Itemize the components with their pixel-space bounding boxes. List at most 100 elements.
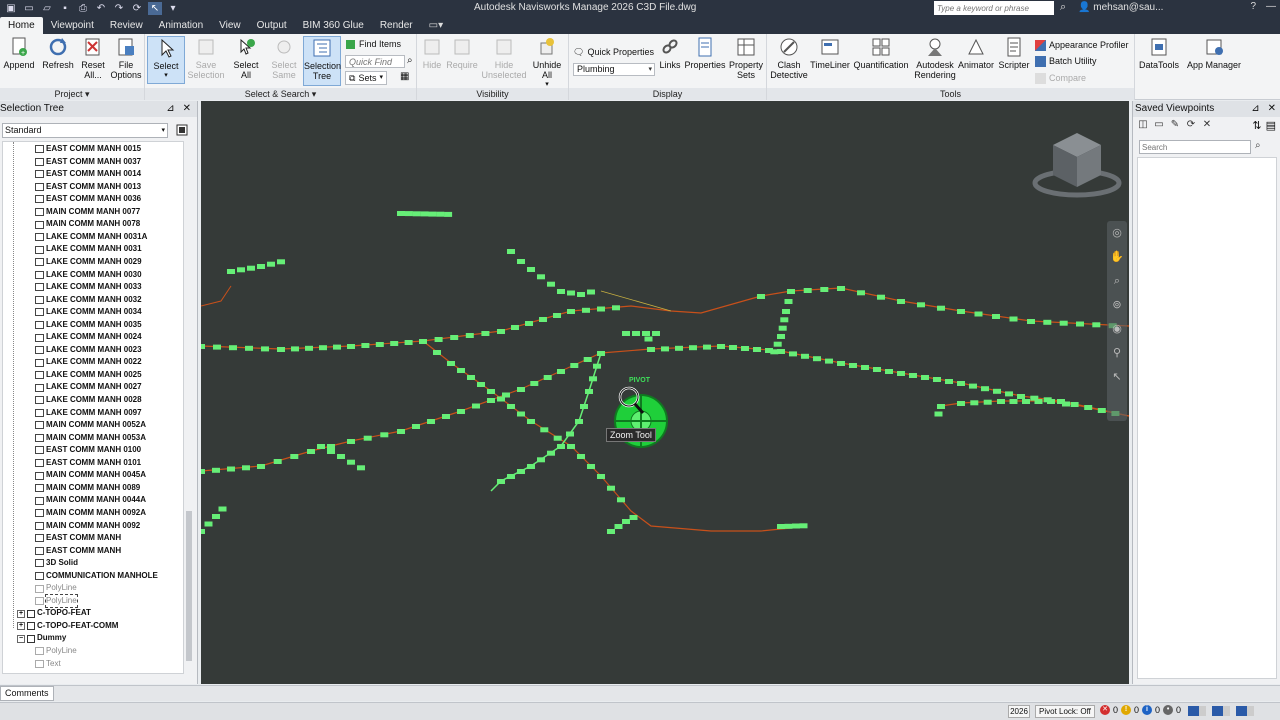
tree-item[interactable]: + C-TOPO-FEAT-COMM — [17, 620, 118, 633]
select-dropdown-icon[interactable]: ▾ — [148, 71, 184, 81]
qat-dropdown-icon[interactable]: ▾ — [166, 2, 180, 15]
tree-item[interactable]: Text — [35, 658, 61, 671]
appearance-profiler-button[interactable]: Appearance Profiler — [1035, 39, 1129, 51]
select-icon[interactable]: ↖ — [1107, 365, 1127, 389]
tab-comments[interactable]: Comments — [0, 686, 54, 701]
undo-icon[interactable]: ↶ — [94, 2, 108, 15]
tree-item[interactable]: LAKE COMM MANH 0029 — [35, 256, 142, 269]
tree-item[interactable]: LAKE COMM MANH 0034 — [35, 306, 142, 319]
steering-wheel-icon[interactable]: ◎ — [1107, 221, 1127, 245]
tree-item[interactable]: EAST COMM MANH 0013 — [35, 181, 141, 194]
search-icon[interactable]: ⌕ — [1255, 140, 1261, 151]
save-viewpoint-icon[interactable]: ◫ — [1137, 119, 1149, 131]
help-icon[interactable]: ? — [1250, 1, 1256, 12]
tree-item[interactable]: LAKE COMM MANH 0031A — [35, 231, 147, 244]
zoom-window-icon[interactable]: ⌕ — [1107, 269, 1127, 293]
batch-utility-button[interactable]: Batch Utility — [1035, 55, 1097, 67]
save-icon[interactable]: ▪ — [58, 2, 72, 15]
tree-item[interactable]: MAIN COMM MANH 0044A — [35, 494, 146, 507]
tree-item[interactable]: EAST COMM MANH 0036 — [35, 193, 141, 206]
tree-item[interactable]: EAST COMM MANH — [35, 545, 121, 558]
tree-item[interactable]: EAST COMM MANH — [35, 532, 121, 545]
tree-item[interactable]: MAIN COMM MANH 0092A — [35, 507, 146, 520]
collapse-icon[interactable]: − — [17, 634, 25, 643]
pivot-lock-toggle[interactable]: Pivot Lock: Off — [1035, 705, 1095, 718]
open-file-icon[interactable]: ▱ — [40, 2, 54, 15]
manage-sets-icon[interactable]: ▦ — [400, 71, 409, 82]
links-button[interactable]: Links — [657, 36, 683, 70]
tree-item[interactable]: LAKE COMM MANH 0025 — [35, 369, 142, 382]
walk-icon[interactable]: ⚲ — [1107, 341, 1127, 365]
update-icon[interactable]: ⟳ — [1185, 119, 1197, 131]
tree-item[interactable]: + C-TOPO-FEAT — [17, 607, 91, 620]
expand-icon[interactable]: + — [17, 622, 25, 631]
append-button[interactable]: + Append — [2, 36, 36, 70]
tab-bim360[interactable]: BIM 360 Glue — [295, 17, 372, 34]
tree-item[interactable]: COMMUNICATION MANHOLE — [35, 570, 158, 583]
close-icon[interactable]: ✕ — [183, 101, 191, 117]
viewcube[interactable] — [1031, 129, 1123, 201]
panel-label-select-search[interactable]: Select & Search ▾ — [145, 88, 416, 100]
tab-render[interactable]: Render — [372, 17, 421, 34]
tab-home[interactable]: Home — [0, 17, 43, 34]
search-icon[interactable]: ⌕ — [1060, 1, 1066, 14]
quantification-button[interactable]: Quantification — [851, 36, 911, 70]
new-file-icon[interactable]: ▭ — [22, 2, 36, 15]
delete-icon[interactable]: ✕ — [1201, 119, 1213, 131]
tree-item[interactable]: MAIN COMM MANH 0053A — [35, 432, 146, 445]
reset-all-button[interactable]: Reset All... — [78, 36, 108, 80]
redo-icon[interactable]: ↷ — [112, 2, 126, 15]
tree-item[interactable]: MAIN COMM MANH 0089 — [35, 482, 140, 495]
tree-item[interactable]: LAKE COMM MANH 0024 — [35, 331, 142, 344]
tree-item[interactable]: − Dummy — [17, 632, 66, 645]
save-selection-button[interactable]: Save Selection — [185, 36, 227, 80]
timeliner-button[interactable]: TimeLiner — [809, 36, 851, 70]
model-scene[interactable] — [201, 101, 1129, 684]
tree-item[interactable]: EAST COMM MANH 0100 — [35, 444, 141, 457]
tree-item[interactable]: PolyLine — [35, 593, 78, 609]
app-menu-icon[interactable]: ▣ — [4, 2, 18, 15]
properties-button[interactable]: Properties — [683, 36, 727, 70]
datatools-button[interactable]: DataTools — [1138, 36, 1180, 70]
tree-item[interactable]: MAIN COMM MANH 0078 — [35, 218, 140, 231]
file-options-button[interactable]: File Options — [110, 36, 142, 80]
viewpoint-search-input[interactable] — [1139, 140, 1251, 154]
property-sets-button[interactable]: Property Sets — [727, 36, 765, 80]
tree-item[interactable]: LAKE COMM MANH 0028 — [35, 394, 142, 407]
ribbon-options-icon[interactable]: ▭▾ — [421, 17, 451, 34]
pan-icon[interactable]: ✋ — [1107, 245, 1127, 269]
info-icon[interactable]: i — [1142, 705, 1153, 715]
close-icon[interactable]: ✕ — [1268, 101, 1276, 117]
tree-item[interactable]: LAKE COMM MANH 0027 — [35, 381, 142, 394]
app-manager-button[interactable]: App Manager — [1186, 36, 1242, 70]
tab-animation[interactable]: Animation — [151, 17, 211, 34]
sets-dropdown[interactable]: ⧉ Sets ▾ — [345, 71, 387, 85]
new-folder-icon[interactable]: ▭ — [1153, 119, 1165, 131]
quick-find-search-icon[interactable]: ⌕ — [407, 55, 413, 66]
tree-item[interactable]: MAIN COMM MANH 0077 — [35, 206, 140, 219]
rename-icon[interactable]: ✎ — [1169, 119, 1181, 131]
tree-item[interactable]: LAKE COMM MANH 0030 — [35, 269, 142, 282]
clash-detective-button[interactable]: Clash Detective — [769, 36, 809, 80]
scripter-button[interactable]: Scripter — [995, 36, 1033, 70]
minimize-icon[interactable]: — — [1266, 1, 1276, 12]
page-number[interactable]: 2026 — [1008, 705, 1030, 718]
tree-item[interactable]: MAIN COMM MANH 0052A — [35, 419, 146, 432]
tree-item[interactable]: EAST COMM MANH 0014 — [35, 168, 141, 181]
tree-item[interactable]: LAKE COMM MANH 0022 — [35, 356, 142, 369]
select-all-button[interactable]: Select All — [229, 36, 263, 80]
select-same-button[interactable]: Select Same — [265, 36, 303, 80]
message-icon[interactable]: • — [1163, 705, 1174, 715]
tree-item[interactable]: EAST COMM MANH 0101 — [35, 457, 141, 470]
user-account[interactable]: 👤 mehsan@sau... — [1078, 2, 1163, 13]
tree-scrollbar[interactable] — [184, 141, 194, 674]
tab-output[interactable]: Output — [249, 17, 295, 34]
autodesk-rendering-button[interactable]: Autodesk Rendering — [911, 36, 959, 80]
tree-item[interactable]: LAKE COMM MANH 0023 — [35, 344, 142, 357]
tree-item[interactable]: LAKE COMM MANH 0031 — [35, 243, 142, 256]
sets-toggle-icon[interactable] — [176, 124, 188, 136]
quick-properties-button[interactable]: 🗨 Quick Properties — [573, 46, 654, 58]
tree-item[interactable]: 3D Solid — [35, 557, 78, 570]
3d-viewport[interactable]: PIVOT Zoom Tool ◎ ✋ ⌕ ⊚ ◉ ⚲ ↖ — [201, 101, 1129, 684]
selection-tree-button[interactable]: Selection Tree — [303, 36, 341, 86]
